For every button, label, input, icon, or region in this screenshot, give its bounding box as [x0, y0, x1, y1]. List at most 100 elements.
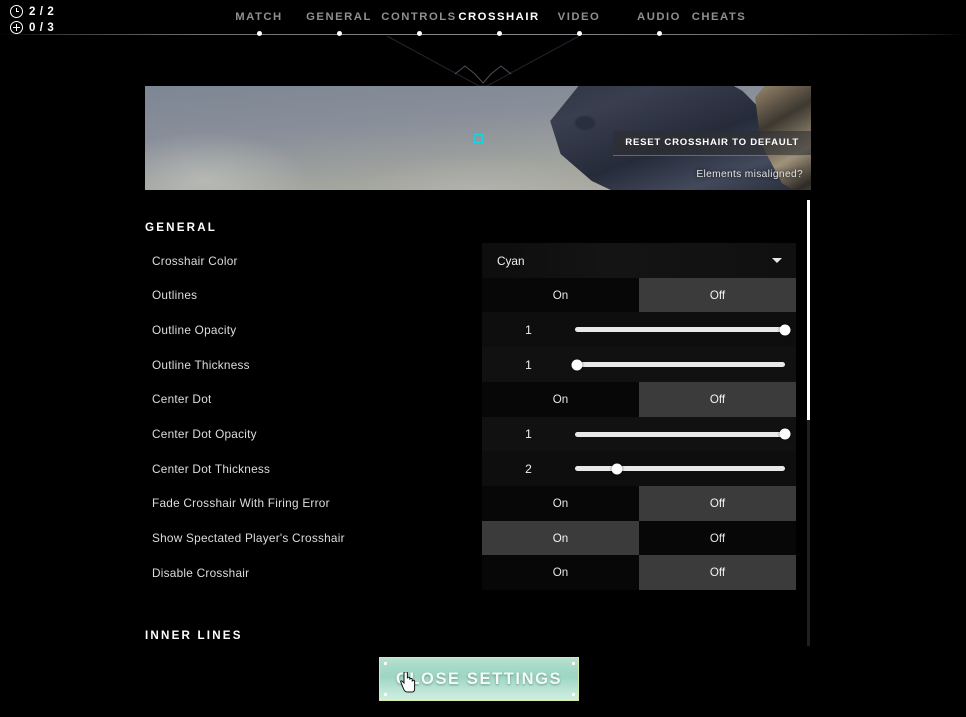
- slider-value: 2: [525, 461, 532, 476]
- slider-track[interactable]: [571, 359, 785, 371]
- settings-row: Center Dot On Off: [145, 381, 796, 417]
- toggle-option-off[interactable]: Off: [639, 277, 796, 313]
- nav-tab-list: MATCH GENERAL CONTROLS CROSSHAIR VIDEO AUDIO C…: [0, 0, 966, 34]
- settings-panel: GENERAL Crosshair Color Cyan Outlines On Off…: [0, 196, 966, 652]
- setting-label: Outline Thickness: [152, 357, 250, 372]
- elements-misaligned-link[interactable]: Elements misaligned?: [696, 169, 803, 180]
- nav-tab-audio[interactable]: AUDIO: [637, 11, 681, 23]
- hud-timer-value: 2 / 2: [29, 5, 55, 18]
- hud-row-target: 0 / 3: [10, 21, 54, 34]
- slider-value: 1: [525, 357, 532, 372]
- preview-terrain-speck: [575, 116, 595, 130]
- setting-label: Outlines: [152, 288, 198, 303]
- slider-thumb[interactable]: [779, 324, 791, 336]
- toggle-group: On Off: [482, 520, 796, 556]
- settings-row: Fade Crosshair With Firing Error On Off: [145, 485, 796, 521]
- settings-row: Crosshair Color Cyan: [145, 243, 796, 278]
- settings-scrollbar-track[interactable]: [807, 200, 810, 646]
- toggle-option-on[interactable]: On: [482, 277, 639, 313]
- decorative-chevron: [383, 36, 583, 88]
- toggle-option-off[interactable]: Off: [639, 381, 796, 417]
- settings-row: Outlines On Off: [145, 277, 796, 313]
- settings-row: Outline Opacity 1: [145, 312, 796, 348]
- dropdown-value: Cyan: [497, 253, 525, 268]
- nav-dot-general: [336, 31, 342, 36]
- nav-dot-controls: [416, 31, 422, 36]
- setting-control-slider: 1: [482, 347, 796, 383]
- section-title-inner-lines: INNER LINES: [145, 629, 243, 642]
- target-icon: [10, 21, 23, 34]
- slider-thumb[interactable]: [611, 463, 623, 475]
- setting-label: Center Dot Opacity: [152, 427, 257, 441]
- nav-dot-match: [256, 31, 262, 36]
- toggle-option-on[interactable]: On: [482, 555, 639, 591]
- setting-control-toggle: On Off: [482, 485, 796, 521]
- settings-row: Center Dot Opacity 1: [145, 416, 796, 452]
- nav-tab-match[interactable]: MATCH: [235, 11, 282, 23]
- slider-track-area[interactable]: [571, 347, 796, 382]
- nav-tab-video[interactable]: VIDEO: [558, 11, 601, 23]
- slider-track[interactable]: [575, 463, 785, 475]
- settings-row: Outline Thickness 1: [145, 347, 796, 383]
- settings-row: Center Dot Thickness 2: [145, 451, 796, 487]
- nav-tab-general[interactable]: GENERAL: [306, 11, 372, 23]
- toggle-option-off[interactable]: Off: [639, 485, 796, 521]
- hud-row-timer: 2 / 2: [10, 5, 54, 18]
- toggle-option-on[interactable]: On: [482, 485, 639, 521]
- slider-wrapper: 1: [482, 347, 796, 382]
- toggle-group: On Off: [482, 277, 796, 313]
- settings-row: Show Spectated Player's Crosshair On Off: [145, 520, 796, 556]
- nav-dot-crosshair: [496, 31, 502, 36]
- setting-label: Center Dot Thickness: [152, 461, 271, 476]
- nav-divider-line: [0, 34, 966, 35]
- crosshair-marker: [474, 134, 483, 143]
- setting-control-toggle: On Off: [482, 381, 796, 417]
- nav-dot-audio: [656, 31, 662, 36]
- setting-control-toggle: On Off: [482, 277, 796, 313]
- setting-control-slider: 2: [482, 451, 796, 487]
- setting-control-slider: 1: [482, 312, 796, 348]
- hud-counters: 2 / 2 0 / 3: [10, 5, 54, 34]
- toggle-option-off[interactable]: Off: [639, 520, 796, 556]
- slider-wrapper: 2: [482, 451, 796, 486]
- slider-value: 1: [525, 427, 532, 441]
- nav-tab-controls[interactable]: CONTROLS: [381, 11, 456, 23]
- slider-wrapper: 1: [482, 312, 796, 347]
- toggle-option-off[interactable]: Off: [639, 555, 796, 591]
- chevron-down-icon: [772, 258, 782, 263]
- slider-track-area[interactable]: [575, 451, 796, 486]
- setting-label: Crosshair Color: [152, 253, 238, 268]
- slider-track[interactable]: [575, 428, 791, 440]
- settings-scrollbar-thumb[interactable]: [807, 200, 810, 420]
- toggle-option-on[interactable]: On: [482, 520, 639, 556]
- slider-value: 1: [525, 322, 532, 337]
- setting-control-dropdown: Cyan: [482, 243, 796, 278]
- section-title-general: GENERAL: [145, 221, 218, 234]
- setting-label: Disable Crosshair: [152, 565, 250, 580]
- slider-thumb[interactable]: [779, 428, 791, 440]
- slider-track[interactable]: [575, 324, 791, 336]
- toggle-option-on[interactable]: On: [482, 381, 639, 417]
- setting-label: Fade Crosshair With Firing Error: [152, 496, 330, 511]
- crosshair-color-dropdown[interactable]: Cyan: [482, 243, 796, 278]
- toggle-group: On Off: [482, 485, 796, 521]
- nav-dot-video: [576, 31, 582, 36]
- nav-tab-crosshair[interactable]: CROSSHAIR: [458, 11, 539, 23]
- reset-crosshair-button[interactable]: RESET CROSSHAIR TO DEFAULT: [613, 131, 811, 156]
- setting-control-toggle: On Off: [482, 520, 796, 556]
- close-settings-label: CLOSE SETTINGS: [395, 669, 563, 688]
- nav-tab-cheats[interactable]: CHEATS: [692, 11, 747, 23]
- setting-label: Show Spectated Player's Crosshair: [152, 531, 345, 546]
- setting-control-toggle: On Off: [482, 555, 796, 591]
- slider-thumb[interactable]: [571, 359, 583, 371]
- slider-track-area[interactable]: [575, 417, 796, 452]
- toggle-group: On Off: [482, 381, 796, 417]
- setting-control-slider: 1: [482, 416, 796, 452]
- slider-track-area[interactable]: [575, 312, 796, 347]
- clock-icon: [10, 5, 23, 18]
- hud-target-value: 0 / 3: [29, 21, 55, 34]
- close-settings-button[interactable]: CLOSE SETTINGS: [379, 657, 579, 701]
- setting-label: Center Dot: [152, 392, 212, 407]
- settings-row: Disable Crosshair On Off: [145, 555, 796, 591]
- slider-wrapper: 1: [482, 417, 796, 452]
